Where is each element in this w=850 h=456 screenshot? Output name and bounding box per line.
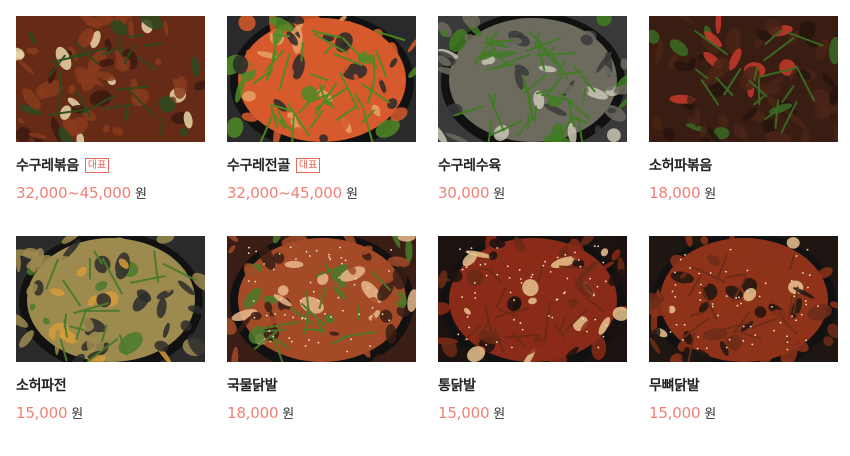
menu-name[interactable]: 수구레전골 [227,155,290,175]
menu-price: 18,000 [227,404,278,422]
food-image [227,16,416,142]
food-image [16,16,205,142]
menu-photo[interactable] [16,236,205,362]
menu-price: 15,000 [649,404,700,422]
menu-name[interactable]: 수구레볶음 [16,155,79,175]
menu-price: 15,000 [16,404,67,422]
menu-photo[interactable] [227,16,416,142]
menu-name-row: 통닭발 [438,375,476,395]
food-image [227,236,416,362]
signature-badge: 대표 [85,158,109,173]
menu-name-row: 수구레전골 대표 [227,155,320,175]
menu-name[interactable]: 수구레수육 [438,155,501,175]
food-image [438,236,627,362]
menu-price-row: 30,000 원 [438,183,505,202]
menu-name-row: 소허파전 [16,375,66,395]
menu-item[interactable]: 국물닭발 18,000 원 [227,236,416,456]
menu-price-row: 15,000 원 [16,403,83,422]
price-unit: 원 [346,183,358,202]
menu-name[interactable]: 통닭발 [438,375,476,395]
food-image [16,236,205,362]
menu-price: 15,000 [438,404,489,422]
menu-name[interactable]: 소허파볶음 [649,155,712,175]
menu-name-row: 무뼈닭발 [649,375,699,395]
signature-badge: 대표 [296,158,320,173]
menu-item[interactable]: 소허파전 15,000 원 [16,236,205,456]
menu-photo[interactable] [649,236,838,362]
menu-photo[interactable] [438,236,627,362]
menu-item[interactable]: 수구레수육 30,000 원 [438,16,627,236]
price-unit: 원 [704,403,716,422]
menu-name[interactable]: 국물닭발 [227,375,277,395]
menu-price-row: 32,000~45,000 원 [16,183,147,202]
price-unit: 원 [282,403,294,422]
price-unit: 원 [135,183,147,202]
menu-photo[interactable] [649,16,838,142]
menu-price-row: 15,000 원 [438,403,505,422]
menu-name-row: 국물닭발 [227,375,277,395]
menu-item[interactable]: 소허파볶음 18,000 원 [649,16,838,236]
price-unit: 원 [493,403,505,422]
menu-name[interactable]: 소허파전 [16,375,66,395]
menu-item[interactable]: 수구레전골 대표 32,000~45,000 원 [227,16,416,236]
menu-photo[interactable] [16,16,205,142]
menu-price-row: 15,000 원 [649,403,716,422]
food-image [438,16,627,142]
menu-photo[interactable] [438,16,627,142]
food-image [649,16,838,142]
menu-item[interactable]: 무뼈닭발 15,000 원 [649,236,838,456]
menu-price-row: 18,000 원 [649,183,716,202]
menu-grid: 수구레볶음 대표 32,000~45,000 원 수구레전골 대표 32,000… [16,16,838,456]
price-unit: 원 [71,403,83,422]
menu-item[interactable]: 수구레볶음 대표 32,000~45,000 원 [16,16,205,236]
menu-price: 18,000 [649,184,700,202]
food-image [649,236,838,362]
menu-price: 32,000~45,000 [16,184,131,202]
price-unit: 원 [493,183,505,202]
price-unit: 원 [704,183,716,202]
menu-name-row: 소허파볶음 [649,155,712,175]
menu-name-row: 수구레수육 [438,155,501,175]
menu-price: 30,000 [438,184,489,202]
menu-price: 32,000~45,000 [227,184,342,202]
menu-item[interactable]: 통닭발 15,000 원 [438,236,627,456]
menu-name-row: 수구레볶음 대표 [16,155,109,175]
menu-price-row: 32,000~45,000 원 [227,183,358,202]
menu-price-row: 18,000 원 [227,403,294,422]
menu-name[interactable]: 무뼈닭발 [649,375,699,395]
menu-photo[interactable] [227,236,416,362]
